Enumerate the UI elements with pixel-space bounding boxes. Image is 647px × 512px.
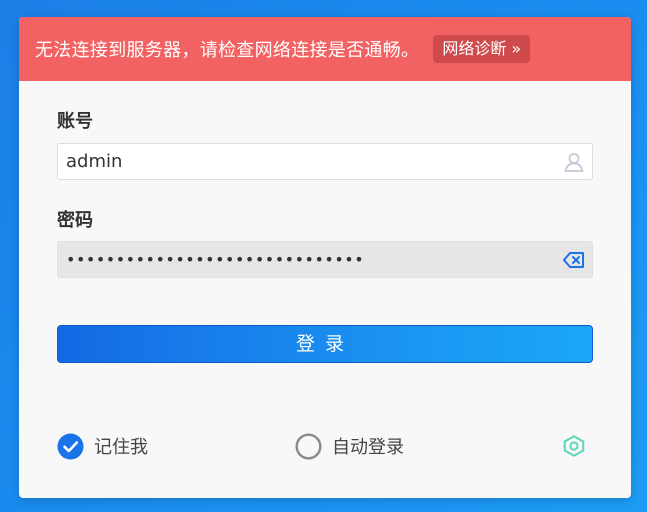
login-panel: 无法连接到服务器，请检查网络连接是否通畅。 网络诊断 » 账号 密码 登录 记住… [19,17,631,498]
account-field[interactable] [57,143,593,180]
password-label: 密码 [57,210,93,231]
gear-icon[interactable] [562,434,586,458]
remember-me-label: 记住我 [94,437,148,458]
checked-checkbox-icon[interactable] [57,433,84,460]
remember-me-option[interactable]: 记住我 [57,432,148,460]
backspace-clear-icon[interactable] [562,248,586,272]
account-input[interactable] [58,144,556,179]
password-field[interactable] [57,241,593,278]
auto-login-option[interactable]: 自动登录 [295,432,404,460]
user-icon [562,150,586,174]
connection-error-banner: 无法连接到服务器，请检查网络连接是否通畅。 网络诊断 » [19,17,631,81]
password-input[interactable] [58,242,556,277]
error-message: 无法连接到服务器，请检查网络连接是否通畅。 [35,40,420,61]
account-label: 账号 [57,111,93,132]
login-button[interactable]: 登录 [57,325,593,363]
auto-login-label: 自动登录 [332,437,404,458]
unchecked-radio-icon[interactable] [295,432,322,460]
network-diagnose-button[interactable]: 网络诊断 » [433,35,531,63]
